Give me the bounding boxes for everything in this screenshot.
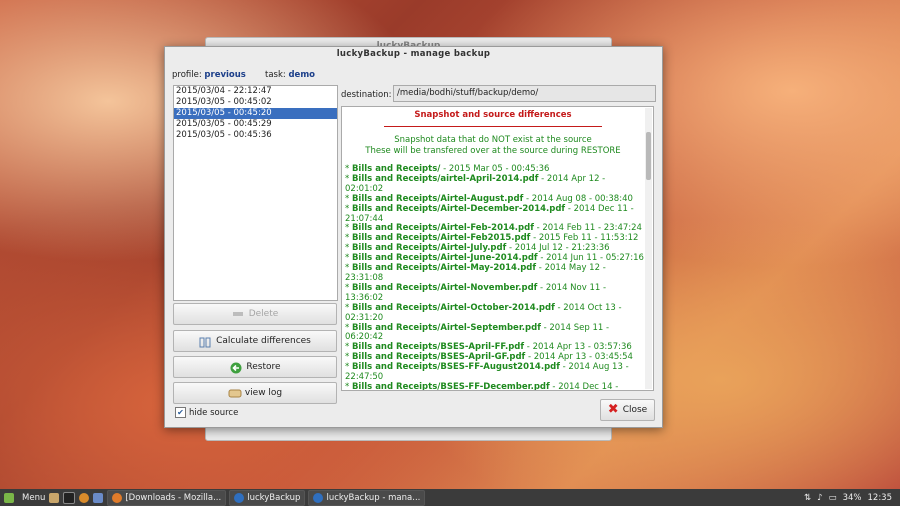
log-entry: * Bills and Receipts/Airtel-November.pdf… <box>345 282 607 303</box>
log-entry-date: 2015 Feb 11 - 11:53:12 <box>538 233 639 244</box>
task-value: demo <box>288 70 316 80</box>
log-entry-date: 2014 Feb 11 - 23:47:24 <box>542 223 642 234</box>
log-entry-path: Bills and Receipts/Airtel-Feb2015.pdf <box>351 233 531 244</box>
log-entry-path: Bills and Receipts/BSES-FF-August2014.pd… <box>351 362 560 373</box>
differences-log-view[interactable]: Snapshot and source differences Snapshot… <box>341 106 654 391</box>
clock[interactable]: 12:35 <box>868 493 893 503</box>
destination-field[interactable]: /media/bodhi/stuff/backup/demo/ <box>393 85 656 102</box>
menu-label: Menu <box>22 492 46 503</box>
log-subline-2: These will be transfered over at the sou… <box>365 146 621 156</box>
log-entry-path: Bills and Receipts/Airtel-June-2014.pdf <box>351 253 538 264</box>
log-scrollbar[interactable] <box>645 108 652 389</box>
checkmark-icon: ✔ <box>175 407 186 418</box>
log-entry: * Bills and Receipts/Airtel-October-2014… <box>345 302 622 323</box>
profile-info: profile: previous <box>172 70 246 80</box>
log-entry-path: Bills and Receipts/ <box>351 164 441 174</box>
destination-label: destination: <box>341 90 392 100</box>
profile-label: profile: <box>172 70 202 80</box>
snapshot-item-selected[interactable]: 2015/03/05 - 00:45:20 <box>174 108 337 119</box>
log-heading: Snapshot and source differences <box>414 110 572 120</box>
luckybackup-icon <box>234 492 245 503</box>
log-entry-date: 2015 Mar 05 - 00:45:36 <box>448 164 550 174</box>
restore-button[interactable]: Restore <box>173 356 337 378</box>
log-entry-path: Bills and Receipts/Airtel-September.pdf <box>351 322 541 333</box>
taskbar: Menu [Downloads - Mozilla... luckyBackup… <box>0 489 900 506</box>
log-entry-path: Bills and Receipts/Airtel-August.pdf <box>351 193 524 204</box>
hide-source-label: hide source <box>189 407 239 418</box>
taskbar-task-active[interactable]: luckyBackup - mana... <box>308 489 426 506</box>
log-subline-1: Snapshot data that do NOT exist at the s… <box>394 135 592 145</box>
snapshot-item[interactable]: 2015/03/04 - 22:12:47 <box>174 86 337 97</box>
firefox-icon[interactable] <box>79 492 90 503</box>
taskbar-task[interactable]: luckyBackup <box>229 489 306 506</box>
firefox-icon <box>112 492 123 503</box>
snapshot-item[interactable]: 2015/03/05 - 00:45:02 <box>174 97 337 108</box>
volume-icon[interactable]: ♪ <box>817 493 822 503</box>
scrollbar-thumb[interactable] <box>646 132 651 180</box>
log-scroll-icon <box>228 388 242 398</box>
log-entry-path: Bills and Receipts/Airtel-Feb-2014.pdf <box>351 223 534 234</box>
desktop-icon[interactable] <box>93 492 104 503</box>
log-entry: * Bills and Receipts/Airtel-December-201… <box>345 203 634 224</box>
log-entry-date: 2014 Jun 11 - 05:27:16 <box>546 253 644 264</box>
snapshot-list[interactable]: 2015/03/04 - 22:12:47 2015/03/05 - 00:45… <box>173 85 338 301</box>
battery-icon[interactable]: ▭ <box>829 493 837 503</box>
start-menu-button[interactable]: Menu <box>0 492 49 503</box>
log-entry-path: Bills and Receipts/BSES-April-FF.pdf <box>351 342 525 353</box>
log-entry-path: Bills and Receipts/Airtel-May-2014.pdf <box>351 263 537 274</box>
taskbar-task[interactable]: [Downloads - Mozilla... <box>107 489 227 506</box>
log-entry: * Bills and Receipts/Airtel-September.pd… <box>345 322 610 343</box>
log-entry-date: 2014 Apr 13 - 03:45:54 <box>533 352 633 363</box>
folder-icon[interactable] <box>49 492 60 503</box>
terminal-icon[interactable] <box>63 491 76 504</box>
luckybackup-icon <box>313 492 324 503</box>
log-entry-path: Bills and Receipts/Airtel-October-2014.p… <box>351 302 555 313</box>
log-entry: * Bills and Receipts/BSES-FF-December.pd… <box>345 381 644 390</box>
system-tray: ⇅ ♪ ▭ 34% 12:35 <box>804 489 892 506</box>
log-entry-path: Bills and Receipts/Airtel-July.pdf <box>351 243 507 254</box>
manage-backup-dialog: luckyBackup - manage backup profile: pre… <box>164 46 663 428</box>
log-entry: * Bills and Receipts/BSES-FF-August2014.… <box>345 362 629 383</box>
log-entry-path: Bills and Receipts/airtel-April-2014.pdf <box>351 173 539 184</box>
battery-percent: 34% <box>842 492 862 503</box>
log-entry: * Bills and Receipts/Airtel-May-2014.pdf… <box>345 263 606 283</box>
heading-divider <box>384 126 602 127</box>
log-entry-path: Bills and Receipts/BSES-FF-December.pdf <box>351 381 550 390</box>
snapshot-item[interactable]: 2015/03/05 - 00:45:36 <box>174 130 337 141</box>
log-entries: * Bills and Receipts/ - 2015 Mar 05 - 00… <box>342 164 644 390</box>
close-button[interactable]: ✖ Close <box>600 399 655 421</box>
restore-button-label: Restore <box>246 362 281 372</box>
menu-leaf-icon <box>4 492 14 503</box>
log-entry-date: 2014 Aug 08 - 00:38:40 <box>531 193 633 204</box>
delete-button-label: Delete <box>248 309 279 319</box>
task-info: task: demo <box>265 70 315 80</box>
task-label: task: <box>265 70 286 80</box>
network-icon[interactable]: ⇅ <box>804 493 811 503</box>
snapshot-item[interactable]: 2015/03/05 - 00:45:29 <box>174 119 337 130</box>
log-entry-path: Bills and Receipts/BSES-April-GF.pdf <box>351 352 526 363</box>
calculate-differences-button[interactable]: Calculate differences <box>173 330 337 352</box>
hide-source-checkbox[interactable]: ✔ hide source <box>175 407 238 418</box>
calculate-differences-label: Calculate differences <box>216 336 311 346</box>
compare-icon <box>199 336 211 348</box>
view-log-label: view log <box>244 388 283 398</box>
view-log-button[interactable]: view log <box>173 382 337 404</box>
delete-icon <box>232 309 244 319</box>
log-entry-path: Bills and Receipts/Airtel-November.pdf <box>351 282 538 293</box>
log-entry-path: Bills and Receipts/Airtel-December-2014.… <box>351 203 566 214</box>
profile-value: previous <box>204 70 246 80</box>
delete-button[interactable]: Delete <box>173 303 337 325</box>
log-entry: * Bills and Receipts/airtel-April-2014.p… <box>345 173 606 194</box>
close-button-label: Close <box>622 405 648 415</box>
log-entry-date: 2014 Apr 13 - 03:57:36 <box>532 342 632 353</box>
close-icon: ✖ <box>607 402 619 417</box>
restore-arrow-icon <box>229 362 242 374</box>
dialog-title: luckyBackup - manage backup <box>336 49 491 59</box>
log-entry-date: 2014 Jul 12 - 21:23:36 <box>514 243 610 254</box>
